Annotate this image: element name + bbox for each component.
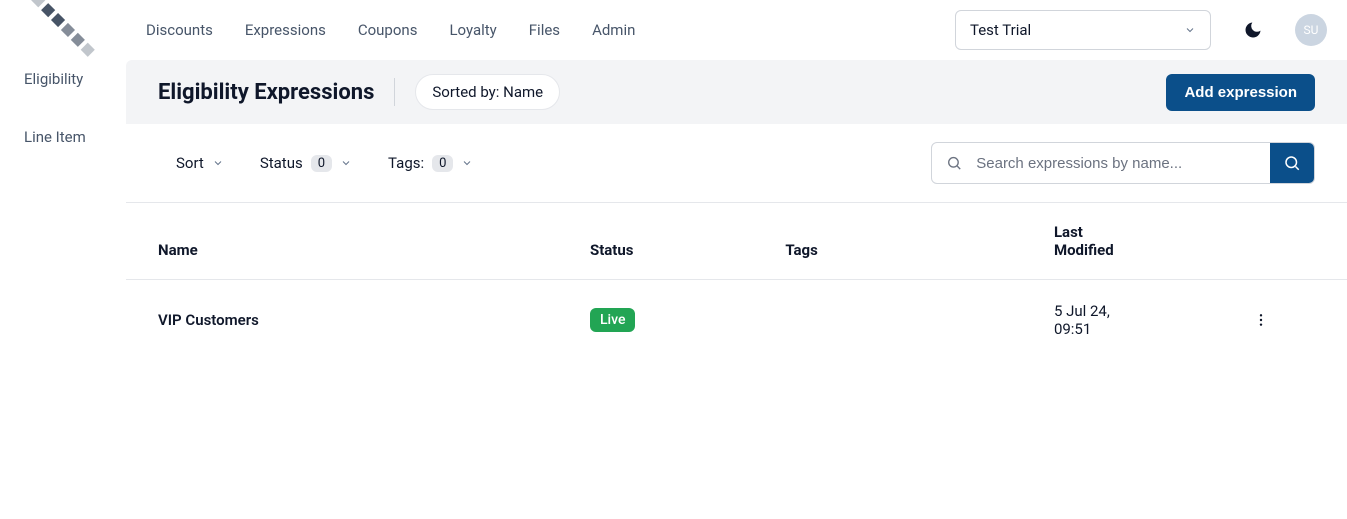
search-icon [946, 154, 962, 172]
chevron-down-icon [340, 157, 352, 169]
nav-link-expressions[interactable]: Expressions [245, 21, 326, 39]
nav-link-files[interactable]: Files [529, 21, 560, 39]
tags-filter-label: Tags: [388, 154, 424, 172]
chevron-down-icon [461, 157, 473, 169]
account-select[interactable]: Test Trial [955, 10, 1211, 50]
nav-link-admin[interactable]: Admin [592, 21, 635, 39]
sidebar: Eligibility Line Item [0, 0, 126, 519]
more-vertical-icon [1253, 312, 1269, 328]
search-button[interactable] [1270, 143, 1314, 183]
column-header-name[interactable]: Name [126, 203, 590, 280]
tags-filter[interactable]: Tags: 0 [388, 154, 473, 172]
cell-last-modified: 5 Jul 24, 09:51 [1054, 280, 1249, 361]
status-badge: Live [590, 308, 635, 332]
top-nav: Discounts Expressions Coupons Loyalty Fi… [126, 0, 1347, 60]
avatar[interactable]: SU [1295, 14, 1327, 46]
status-filter-count: 0 [311, 155, 332, 172]
search-input[interactable] [976, 155, 1256, 172]
account-select-value: Test Trial [970, 21, 1031, 39]
sidebar-item-eligibility[interactable]: Eligibility [0, 60, 126, 98]
divider [394, 78, 395, 106]
sort-summary-chip[interactable]: Sorted by: Name [415, 74, 560, 110]
avatar-initials: SU [1304, 23, 1319, 37]
page-header: Eligibility Expressions Sorted by: Name … [126, 60, 1347, 124]
theme-toggle-icon[interactable] [1243, 20, 1263, 40]
expressions-table: Name Status Tags Last Modified VIP Custo… [126, 203, 1347, 360]
app-logo [0, 12, 126, 60]
sort-filter-label: Sort [176, 154, 204, 172]
search-icon [1283, 154, 1301, 172]
add-expression-label: Add expression [1184, 84, 1297, 101]
status-filter[interactable]: Status 0 [260, 154, 352, 172]
add-expression-button[interactable]: Add expression [1166, 74, 1315, 111]
cell-tags [785, 280, 1054, 361]
chevron-down-icon [212, 157, 224, 169]
cell-status: Live [590, 280, 785, 361]
cell-name: VIP Customers [126, 280, 590, 361]
sidebar-item-line-item[interactable]: Line Item [0, 118, 126, 156]
search-expressions [931, 142, 1315, 184]
nav-link-loyalty[interactable]: Loyalty [449, 21, 496, 39]
row-actions-menu[interactable] [1249, 308, 1273, 332]
tags-filter-count: 0 [432, 155, 453, 172]
chevron-down-icon [1184, 24, 1196, 36]
sort-summary-label: Sorted by: Name [432, 83, 543, 101]
nav-link-coupons[interactable]: Coupons [358, 21, 418, 39]
status-filter-label: Status [260, 154, 303, 172]
column-header-tags[interactable]: Tags [785, 203, 1054, 280]
table-row[interactable]: VIP Customers Live 5 Jul 24, 09:51 [126, 280, 1347, 361]
column-header-status[interactable]: Status [590, 203, 785, 280]
sidebar-item-label: Eligibility [24, 70, 83, 88]
sort-filter[interactable]: Sort [176, 154, 224, 172]
filter-bar: Sort Status 0 Tags: 0 [126, 124, 1347, 202]
column-header-last-modified[interactable]: Last Modified [1054, 203, 1249, 280]
column-header-last-modified-label: Last Modified [1054, 223, 1134, 259]
sidebar-item-label: Line Item [24, 128, 86, 146]
nav-link-discounts[interactable]: Discounts [146, 21, 213, 39]
page-title: Eligibility Expressions [158, 80, 374, 105]
